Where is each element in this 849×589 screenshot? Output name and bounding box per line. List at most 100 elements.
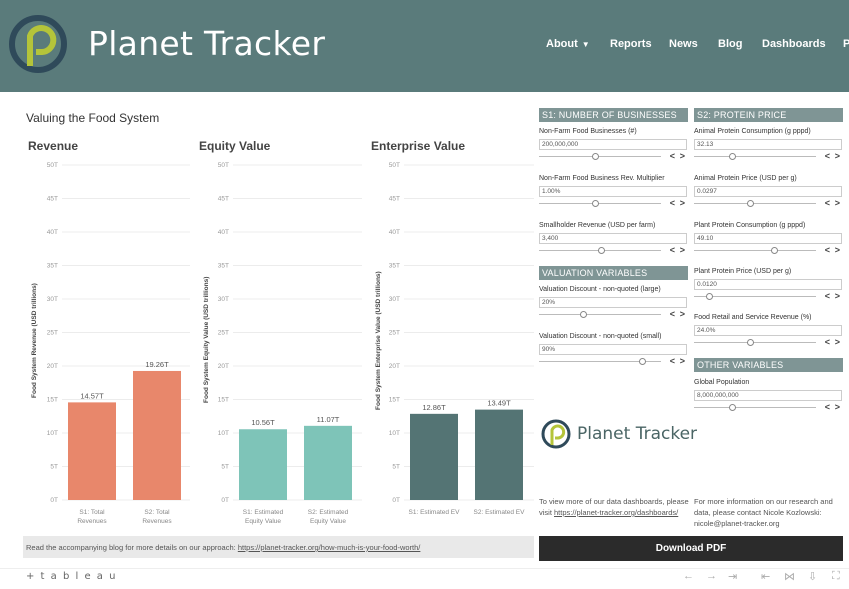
slider-knob[interactable] <box>729 153 736 160</box>
param-slider[interactable]: < > <box>539 198 687 209</box>
chevron-left-icon[interactable]: < <box>825 337 830 347</box>
slider-knob[interactable] <box>771 247 778 254</box>
undo-icon[interactable]: ← <box>683 570 694 582</box>
chevron-left-icon[interactable]: < <box>825 198 830 208</box>
blog-link[interactable]: https://planet-tracker.org/how-much-is-y… <box>238 543 421 552</box>
chevron-right-icon[interactable]: > <box>680 309 685 319</box>
category-label: S1: Estimated EV <box>409 509 461 516</box>
param-label: Animal Protein Consumption (g pppd) <box>694 128 811 135</box>
slider-knob[interactable] <box>580 311 587 318</box>
data-label: 19.26T <box>145 360 169 369</box>
chevron-left-icon[interactable]: < <box>825 291 830 301</box>
revert-icon[interactable]: ⇥ <box>728 570 737 583</box>
param-value-input[interactable]: 0.0120 <box>694 279 842 290</box>
param-slider[interactable]: < > <box>539 151 687 162</box>
y-tick-label: 0T <box>221 497 229 504</box>
slider-track[interactable] <box>539 203 661 204</box>
param-value-input[interactable]: 200,000,000 <box>539 139 687 150</box>
slider-knob[interactable] <box>747 200 754 207</box>
slider-track[interactable] <box>694 407 816 408</box>
share-icon[interactable]: ⋈ <box>784 570 795 583</box>
data-label: 10.56T <box>251 418 275 427</box>
slider-track[interactable] <box>694 250 816 251</box>
y-tick-label: 40T <box>47 229 58 236</box>
category-label: S2: Total Revenues <box>142 509 172 525</box>
chevron-left-icon[interactable]: < <box>825 245 830 255</box>
param-slider[interactable]: < > <box>694 245 842 256</box>
param-label: Smallholder Revenue (USD per farm) <box>539 222 656 229</box>
param-value-input[interactable]: 0.0297 <box>694 186 842 197</box>
chevron-left-icon[interactable]: < <box>825 151 830 161</box>
bar <box>475 409 523 500</box>
param-slider[interactable]: < > <box>694 151 842 162</box>
chevron-left-icon[interactable]: < <box>825 402 830 412</box>
slider-knob[interactable] <box>639 358 646 365</box>
param-value-input[interactable]: 8,000,000,000 <box>694 390 842 401</box>
param-slider[interactable]: < > <box>539 356 687 367</box>
y-tick-label: 40T <box>218 229 229 236</box>
y-tick-label: 5T <box>392 464 400 471</box>
param-label: Food Retail and Service Revenue (%) <box>694 314 812 321</box>
param-value-input[interactable]: 49.10 <box>694 233 842 244</box>
param-value-input[interactable]: 20% <box>539 297 687 308</box>
param-value-input[interactable]: 24.0% <box>694 325 842 336</box>
reset-icon[interactable]: ⇤ <box>761 570 770 583</box>
y-tick-label: 10T <box>218 430 229 437</box>
slider-knob[interactable] <box>592 153 599 160</box>
chevron-right-icon[interactable]: > <box>835 198 840 208</box>
data-label: 11.07T <box>317 415 340 424</box>
param-value-input[interactable]: 3,400 <box>539 233 687 244</box>
data-label: 12.86T <box>422 403 446 412</box>
slider-knob[interactable] <box>592 200 599 207</box>
param-slider[interactable]: < > <box>694 291 842 302</box>
chevron-right-icon[interactable]: > <box>835 291 840 301</box>
fullscreen-icon[interactable]: ⛶ <box>832 570 840 583</box>
y-tick-label: 50T <box>389 162 400 169</box>
param-value-input[interactable]: 1.00% <box>539 186 687 197</box>
param-slider[interactable]: < > <box>694 402 842 413</box>
chevron-left-icon[interactable]: < <box>670 198 675 208</box>
param-slider[interactable]: < > <box>539 309 687 320</box>
chevron-right-icon[interactable]: > <box>835 402 840 412</box>
chevron-left-icon[interactable]: < <box>670 309 675 319</box>
slider-knob[interactable] <box>706 293 713 300</box>
download-icon[interactable]: ⇩ <box>808 570 817 583</box>
tableau-logo[interactable]: + t a b l e a u <box>26 571 117 582</box>
slider-knob[interactable] <box>598 247 605 254</box>
chevron-right-icon[interactable]: > <box>680 151 685 161</box>
y-tick-label: 20T <box>389 363 400 370</box>
chevron-right-icon[interactable]: > <box>835 337 840 347</box>
chevron-right-icon[interactable]: > <box>835 245 840 255</box>
chevron-left-icon[interactable]: < <box>670 151 675 161</box>
contact-email[interactable]: nicole@planet-tracker.org <box>694 519 780 528</box>
data-label: 14.57T <box>80 391 104 400</box>
y-tick-label: 45T <box>389 196 400 203</box>
chevron-right-icon[interactable]: > <box>680 198 685 208</box>
dashboards-link[interactable]: https://planet-tracker.org/dashboards/ <box>554 508 678 517</box>
y-tick-label: 30T <box>47 296 58 303</box>
param-label: Animal Protein Price (USD per g) <box>694 175 797 182</box>
param-value-input[interactable]: 90% <box>539 344 687 355</box>
chevron-right-icon[interactable]: > <box>835 151 840 161</box>
slider-track[interactable] <box>694 156 816 157</box>
y-tick-label: 25T <box>218 330 229 337</box>
slider-track[interactable] <box>539 314 661 315</box>
redo-icon[interactable]: → <box>706 570 717 582</box>
chevron-left-icon[interactable]: < <box>670 245 675 255</box>
param-slider[interactable]: < > <box>694 198 842 209</box>
tableau-toolbar <box>0 568 849 589</box>
y-tick-label: 45T <box>47 196 58 203</box>
slider-track[interactable] <box>694 203 816 204</box>
param-slider[interactable]: < > <box>539 245 687 256</box>
slider-track[interactable] <box>539 156 661 157</box>
slider-knob[interactable] <box>729 404 736 411</box>
valuation-section-header: VALUATION VARIABLES <box>539 266 688 280</box>
chevron-left-icon[interactable]: < <box>670 356 675 366</box>
param-value-input[interactable]: 32.13 <box>694 139 842 150</box>
param-slider[interactable]: < > <box>694 337 842 348</box>
chevron-right-icon[interactable]: > <box>680 356 685 366</box>
chevron-right-icon[interactable]: > <box>680 245 685 255</box>
slider-knob[interactable] <box>747 339 754 346</box>
slider-track[interactable] <box>694 342 816 343</box>
download-pdf-button[interactable]: Download PDF <box>539 536 843 561</box>
